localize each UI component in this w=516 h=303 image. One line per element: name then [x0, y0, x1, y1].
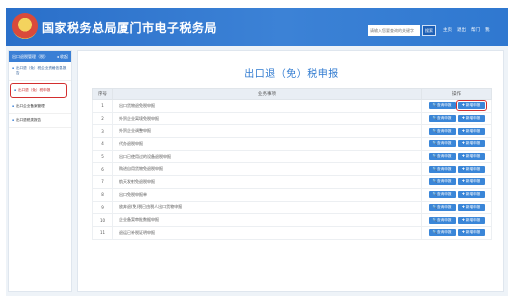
query-declaration-button[interactable]: 🔍查询申报	[428, 229, 456, 237]
row-item-name: 航天发射免退税申报	[112, 175, 422, 189]
row-actions: 🔍查询申报 ✚ 新增申报	[421, 213, 492, 227]
table-row: 7 航天发射免退税申报 🔍查询申报 ✚ 新增申报	[92, 175, 492, 189]
new-declaration-button[interactable]: ✚ 新增申报	[455, 100, 487, 112]
row-number: 9	[92, 200, 113, 215]
query-declaration-button[interactable]: 🔍查询申报	[428, 165, 456, 173]
me-link[interactable]: 我	[485, 27, 490, 33]
table-row: 5 出口已使用过的设备退税申报 🔍查询申报 ✚ 新增申报	[92, 149, 492, 164]
sidebar-item-declaration[interactable]: 出口退（免）税申报	[10, 83, 67, 98]
row-actions: 🔍查询申报 ✚ 新增申报	[421, 225, 492, 240]
query-declaration-button[interactable]: 🔍查询申报	[428, 216, 456, 224]
row-item-name: 出口已使用过的设备退税申报	[112, 149, 422, 164]
row-number: 5	[92, 149, 113, 164]
table-row: 6 购进自用货物免退税申报 🔍查询申报 ✚ 新增申报	[92, 162, 492, 177]
query-declaration-button[interactable]: 🔍查询申报	[428, 203, 456, 211]
query-declaration-button[interactable]: 🔍查询申报	[428, 127, 456, 135]
screen: 国家税务总局厦门市电子税务局 搜索 主页 退出 帮门 我 出口退税管理（税） ◂…	[0, 0, 516, 303]
collapse-button[interactable]: ◂ 收起	[57, 54, 68, 60]
row-number: 3	[92, 124, 113, 139]
table-row: 11 退运已补税证明申报 🔍查询申报 ✚ 新增申报	[92, 225, 492, 240]
page-title: 出口退（免）税申报	[244, 69, 339, 80]
new-declaration-button[interactable]: ✚ 新增申报	[457, 115, 485, 123]
column-header-num: 序号	[92, 88, 113, 100]
table-row: 4 代办退税申报 🔍查询申报 ✚ 新增申报	[92, 137, 492, 151]
row-number: 10	[92, 213, 113, 227]
row-actions: 🔍查询申报 ✚ 新增申报	[421, 200, 492, 215]
logout-link[interactable]: 退出	[457, 27, 466, 33]
query-declaration-button[interactable]: 🔍查询申报	[428, 191, 456, 199]
query-declaration-button[interactable]: 🔍查询申报	[428, 102, 456, 110]
query-declaration-button[interactable]: 🔍查询申报	[428, 115, 456, 123]
row-number: 7	[92, 175, 113, 189]
sidebar-header: 出口退税管理（税） ◂ 收起	[9, 51, 71, 62]
sidebar-item-qualification[interactable]: 出口退（免）税企业资格信息报告	[9, 62, 71, 81]
search-input[interactable]	[368, 25, 420, 36]
row-item-name: 代办退税申报	[112, 137, 422, 151]
table-row: 2 外贸企业离境免税申报 🔍查询申报 ✚ 新增申报	[92, 111, 492, 126]
query-declaration-button[interactable]: 🔍查询申报	[428, 178, 456, 186]
search-button[interactable]: 搜索	[422, 25, 436, 36]
row-item-name: 企业备案审批数据申报	[112, 213, 422, 227]
row-number: 2	[92, 111, 113, 126]
row-item-name: 外贸企业调整申报	[112, 124, 422, 139]
query-declaration-button[interactable]: 🔍查询申报	[428, 153, 456, 161]
site-header: 国家税务总局厦门市电子税务局 搜索 主页 退出 帮门 我	[6, 8, 508, 46]
tax-emblem-icon	[12, 13, 38, 39]
row-number: 1	[92, 99, 113, 113]
home-link[interactable]: 主页	[443, 27, 452, 33]
row-actions: 🔍查询申报 ✚ 新增申报	[421, 111, 492, 126]
row-actions: 🔍查询申报 ✚ 新增申报	[421, 99, 492, 113]
row-actions: 🔍查询申报 ✚ 新增申报	[421, 124, 492, 139]
row-actions: 🔍查询申报 ✚ 新增申报	[421, 137, 492, 151]
new-declaration-button[interactable]: ✚ 新增申报	[457, 229, 485, 237]
row-number: 4	[92, 137, 113, 151]
row-actions: 🔍查询申报 ✚ 新增申报	[421, 149, 492, 164]
sidebar: 出口退税管理（税） ◂ 收起 出口退（免）税企业资格信息报告 出口退（免）税申报…	[8, 50, 72, 292]
row-actions: 🔍查询申报 ✚ 新增申报	[421, 187, 492, 202]
table-row: 9 放弃退(免)税已由税人出口货物申报 🔍查询申报 ✚ 新增申报	[92, 200, 492, 215]
query-declaration-button[interactable]: 🔍查询申报	[428, 140, 456, 148]
new-declaration-button[interactable]: ✚ 新增申报	[457, 127, 485, 135]
table-row: 3 外贸企业调整申报 🔍查询申报 ✚ 新增申报	[92, 124, 492, 139]
row-item-name: 放弃退(免)税已由税人出口货物申报	[112, 200, 422, 215]
help-link[interactable]: 帮门	[471, 27, 480, 33]
new-declaration-button[interactable]: ✚ 新增申报	[457, 140, 485, 148]
row-item-name: 购进自用货物免退税申报	[112, 162, 422, 177]
row-item-name: 退运已补税证明申报	[112, 225, 422, 240]
new-declaration-button[interactable]: ✚ 新增申报	[457, 191, 485, 199]
new-declaration-button[interactable]: ✚ 新增申报	[457, 216, 485, 224]
sidebar-item-report[interactable]: 出口退税类报告	[9, 114, 71, 128]
column-header-item: 业务事项	[112, 88, 422, 100]
new-declaration-button[interactable]: ✚ 新增申报	[457, 203, 485, 211]
row-item-name: 出口货物退免税申报	[112, 99, 422, 113]
row-item-name: 出口免税申报单	[112, 187, 422, 202]
row-actions: 🔍查询申报 ✚ 新增申报	[421, 175, 492, 189]
row-number: 6	[92, 162, 113, 177]
new-declaration-button[interactable]: ✚ 新增申报	[457, 165, 485, 173]
row-number: 11	[92, 225, 113, 240]
table-row: 1 出口货物退免税申报 🔍查询申报 ✚ 新增申报	[92, 99, 492, 113]
site-title: 国家税务总局厦门市电子税务局	[42, 21, 218, 35]
main-panel: 出口退（免）税申报 序号 业务事项 操作 1 出口货物退免税申报 🔍查询申报 ✚ 新增…	[77, 50, 504, 292]
table-row: 10 企业备案审批数据申报 🔍查询申报 ✚ 新增申报	[92, 213, 492, 227]
column-header-ops: 操作	[421, 88, 492, 100]
row-actions: 🔍查询申报 ✚ 新增申报	[421, 162, 492, 177]
new-declaration-button[interactable]: ✚ 新增申报	[457, 178, 485, 186]
new-declaration-button[interactable]: ✚ 新增申报	[457, 153, 485, 161]
sidebar-header-label: 出口退税管理（税）	[12, 53, 48, 59]
sidebar-item-filing[interactable]: 出口企业备案管理	[9, 100, 71, 114]
declaration-table: 序号 业务事项 操作 1 出口货物退免税申报 🔍查询申报 ✚ 新增申报 2 外贸企业离境免…	[92, 88, 492, 240]
row-number: 8	[92, 187, 113, 202]
top-links: 主页 退出 帮门 我	[443, 27, 490, 33]
table-row: 8 出口免税申报单 🔍查询申报 ✚ 新增申报	[92, 187, 492, 202]
row-item-name: 外贸企业离境免税申报	[112, 111, 422, 126]
